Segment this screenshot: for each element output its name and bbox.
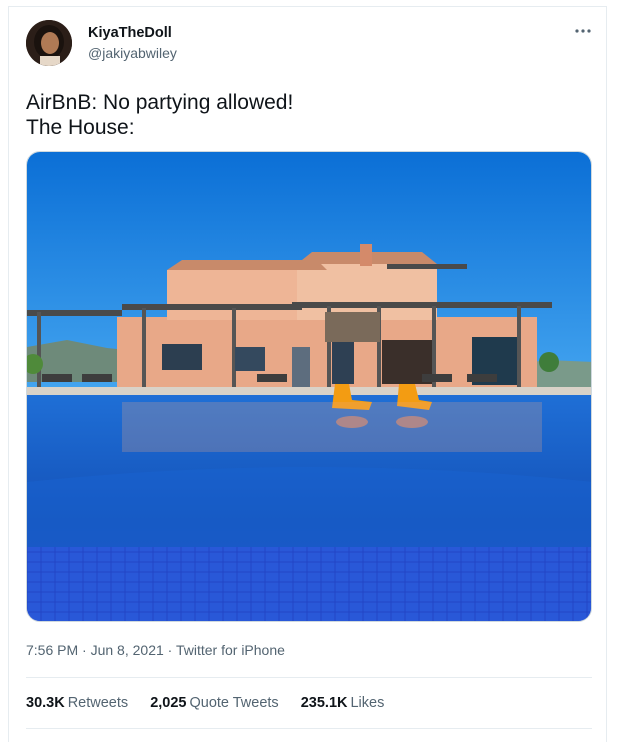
meta-separator: · xyxy=(82,642,87,658)
tweet-source[interactable]: Twitter for iPhone xyxy=(176,642,285,658)
likes-count: 235.1K xyxy=(300,695,348,711)
tweet-time[interactable]: 7:56 PM xyxy=(26,642,78,658)
retweets-count: 30.3K xyxy=(26,695,65,711)
tweet-stats: 30.3K Retweets 2,025 Quote Tweets 235.1K Li… xyxy=(26,695,402,711)
quote-tweets-stat[interactable]: 2,025 Quote Tweets xyxy=(150,695,279,711)
divider xyxy=(26,728,592,729)
quote-tweets-label: Quote Tweets xyxy=(189,695,279,711)
user-handle[interactable]: @jakiyabwiley xyxy=(88,45,177,61)
quote-tweets-count: 2,025 xyxy=(150,695,187,711)
more-horizontal-icon[interactable] xyxy=(573,21,593,41)
likes-stat[interactable]: 235.1K Likes xyxy=(301,695,385,711)
tweet-line: The House: xyxy=(26,116,135,139)
divider xyxy=(26,677,592,678)
meta-separator: · xyxy=(167,642,173,658)
avatar[interactable] xyxy=(26,20,72,66)
tweet-text: AirBnB: No partying allowed! The House: xyxy=(26,90,586,140)
likes-label: Likes xyxy=(350,695,385,711)
tweet-date[interactable]: Jun 8, 2021 xyxy=(91,642,164,658)
tweet-photo[interactable] xyxy=(26,151,592,622)
retweets-label: Retweets xyxy=(67,695,129,711)
display-name[interactable]: KiyaTheDoll xyxy=(88,25,172,41)
tweet-meta: 7:56 PM · Jun 8, 2021 · Twitter for iPho… xyxy=(26,642,285,658)
tweet-line: AirBnB: No partying allowed! xyxy=(26,91,294,114)
retweets-stat[interactable]: 30.3K Retweets xyxy=(26,695,128,711)
